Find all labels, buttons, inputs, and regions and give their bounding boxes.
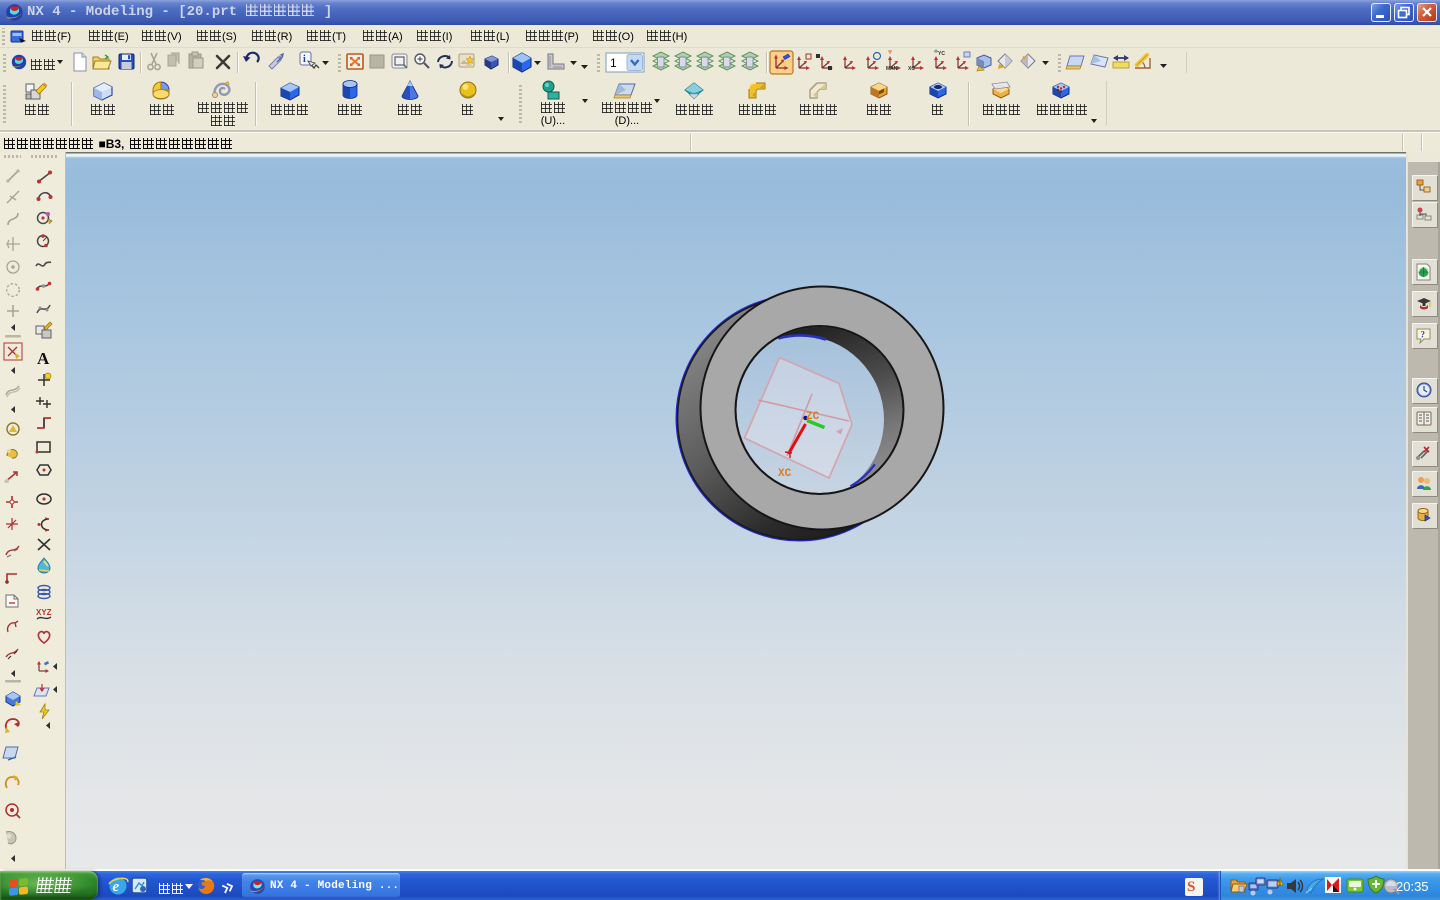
svg-text:ZC: ZC: [806, 411, 820, 423]
svg-text:XC: XC: [778, 468, 792, 480]
